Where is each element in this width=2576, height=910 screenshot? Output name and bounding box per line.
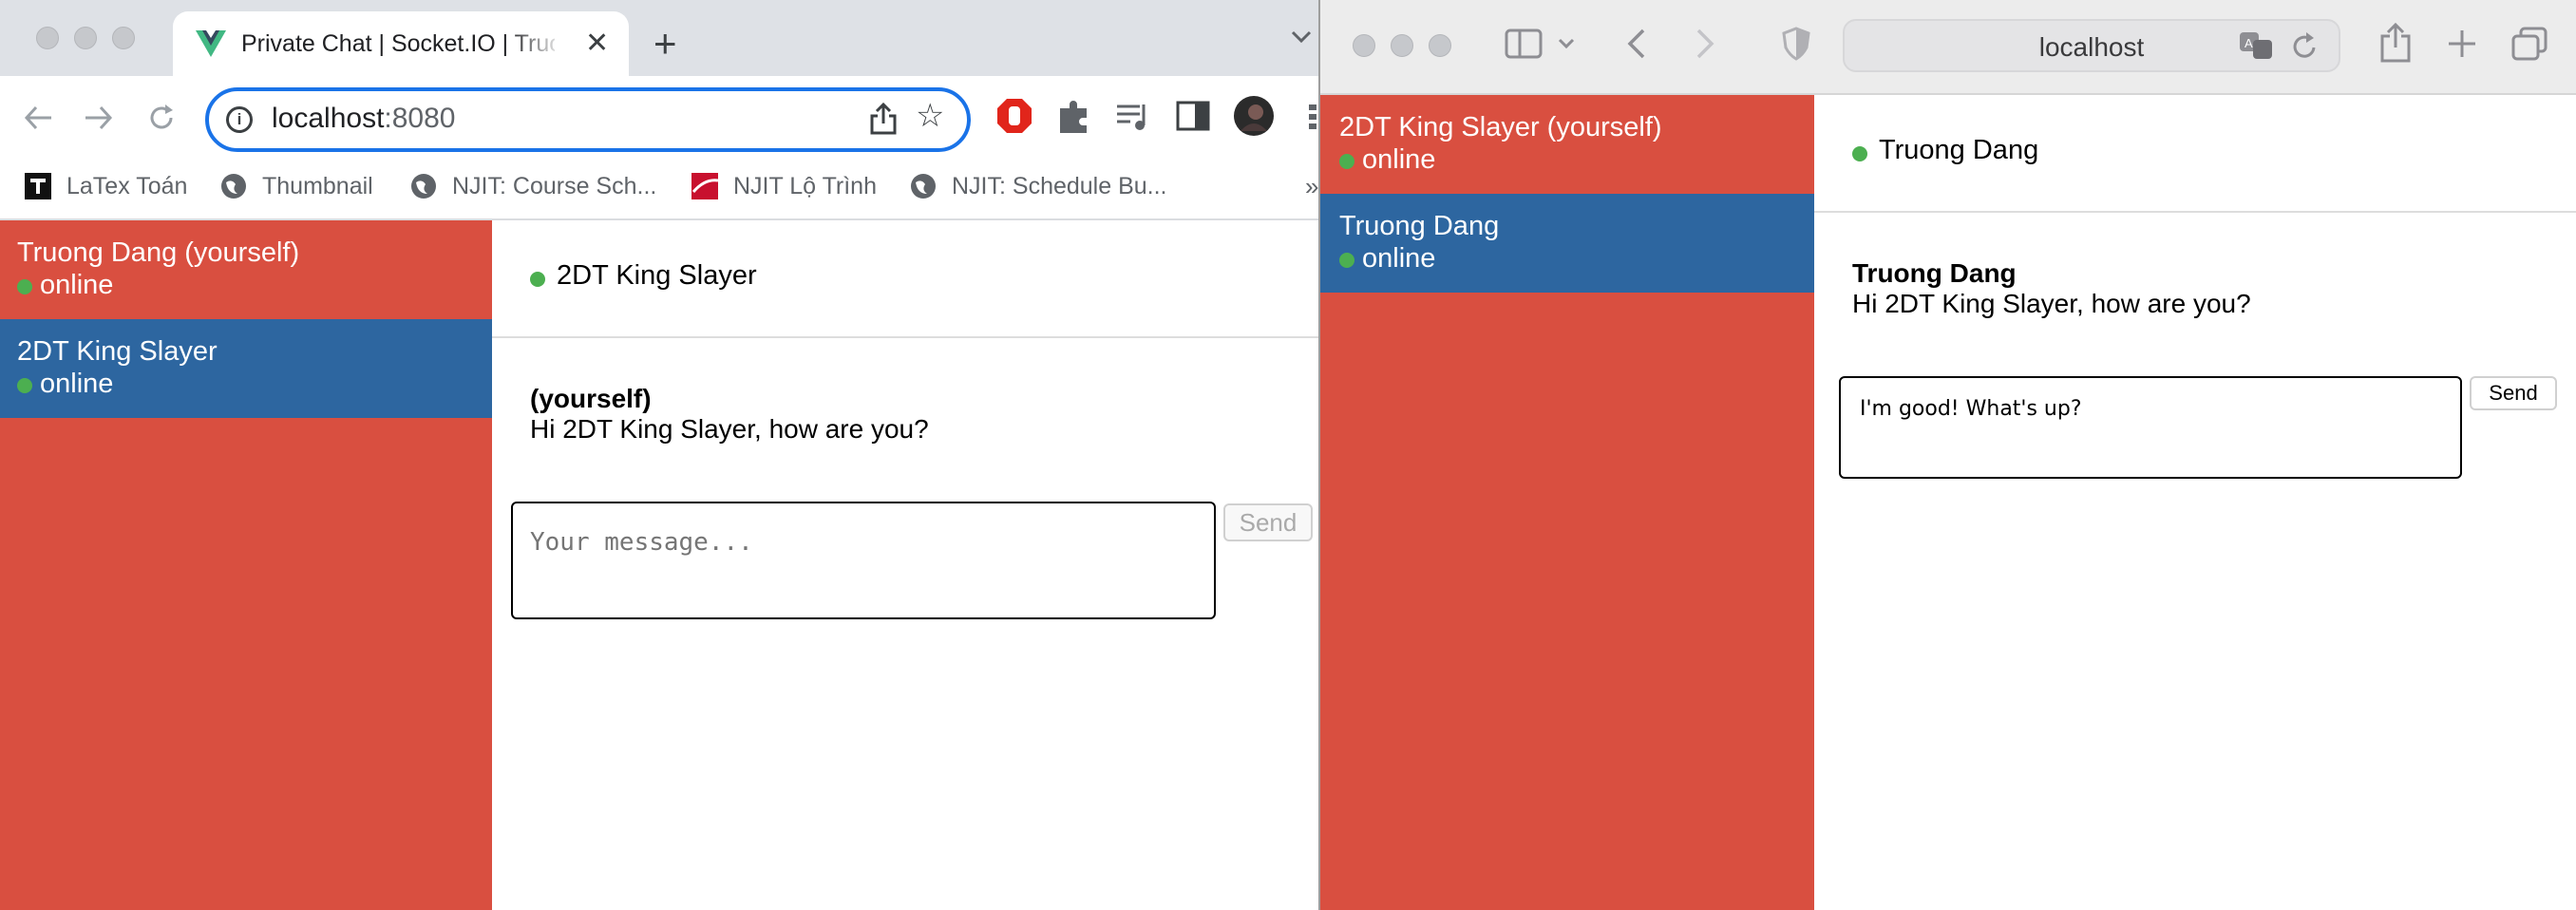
media-controls-icon[interactable] <box>1111 95 1153 137</box>
bookmark-label: NJIT Lộ Trình <box>733 173 877 199</box>
svg-text:A: A <box>2245 36 2253 50</box>
vue-logo-icon <box>196 30 226 57</box>
bookmark-njit-schedule-builder[interactable]: NJIT: Schedule Bu... <box>910 167 1195 205</box>
chevron-down-icon[interactable] <box>1558 38 1575 49</box>
reload-icon[interactable] <box>144 101 179 135</box>
user-item-self[interactable]: Truong Dang (yourself) online <box>0 220 492 319</box>
user-status: online <box>40 369 114 399</box>
zoom-window-button[interactable] <box>112 27 135 49</box>
address-host: localhost <box>272 103 385 134</box>
user-item-truong-dang[interactable]: Truong Dang online <box>1320 194 1814 293</box>
user-name: 2DT King Slayer <box>17 336 218 367</box>
user-name: 2DT King Slayer (yourself) <box>1339 112 1662 142</box>
sidebar-toggle-icon[interactable] <box>1505 28 1543 59</box>
chat-panel: 2DT King Slayer (yourself) Hi 2DT King S… <box>492 220 1318 910</box>
close-tab-icon[interactable]: ✕ <box>585 27 609 61</box>
user-name: Truong Dang <box>1339 211 1500 241</box>
user-name: Truong Dang (yourself) <box>17 237 300 268</box>
minimize-window-button[interactable] <box>1391 34 1413 57</box>
users-sidebar: Truong Dang (yourself) online 2DT King S… <box>0 220 492 910</box>
back-chevron-icon[interactable] <box>1626 27 1647 61</box>
address-bar[interactable]: localhost A <box>1843 19 2340 72</box>
globe-icon <box>911 174 936 199</box>
safari-toolbar: localhost A <box>1320 0 2576 95</box>
new-tab-button[interactable]: + <box>653 21 677 66</box>
close-window-button[interactable] <box>36 27 59 49</box>
close-window-button[interactable] <box>1353 34 1375 57</box>
reload-icon[interactable] <box>2291 32 2318 61</box>
bookmark-label: NJIT: Course Sch... <box>452 173 657 199</box>
back-arrow-icon[interactable] <box>21 101 55 135</box>
profile-avatar[interactable] <box>1233 95 1275 137</box>
privacy-shield-icon[interactable] <box>1782 27 1810 61</box>
user-status: online <box>1362 243 1436 274</box>
new-tab-plus-icon[interactable] <box>2447 28 2477 59</box>
message-text: Hi 2DT King Slayer, how are you? <box>530 414 929 444</box>
translate-icon[interactable]: A <box>2238 30 2274 61</box>
send-button[interactable]: Send <box>2470 376 2557 410</box>
user-status: online <box>1362 144 1436 175</box>
chat-header-name: 2DT King Slayer <box>557 260 757 291</box>
user-item-self[interactable]: 2DT King Slayer (yourself) online <box>1320 95 1814 194</box>
safari-window: localhost A 2DT King Slayer (yourself) o… <box>1318 0 2576 910</box>
online-status-dot <box>530 272 545 287</box>
address-bar[interactable]: i localhost:8080 ☆ <box>205 87 971 152</box>
message-sender: (yourself) <box>530 384 652 413</box>
message-input[interactable] <box>511 502 1216 619</box>
forward-chevron-icon[interactable] <box>1695 27 1715 61</box>
message-sender: Truong Dang <box>1852 258 2017 288</box>
bookmark-njit-lo-trinh[interactable]: NJIT Lộ Trình <box>691 167 900 205</box>
user-status: online <box>40 270 114 300</box>
adblock-extension-icon[interactable] <box>994 95 1035 137</box>
chrome-menu-icon[interactable] <box>1305 95 1318 137</box>
bookmark-star-icon[interactable]: ☆ <box>916 97 944 135</box>
chrome-active-tab[interactable]: Private Chat | Socket.IO | Truong Dang ✕ <box>173 11 629 80</box>
address-url: localhost:8080 <box>272 103 455 135</box>
send-button[interactable]: Send <box>1223 503 1313 541</box>
globe-icon <box>411 174 436 199</box>
chat-panel: Truong Dang Truong Dang Hi 2DT King Slay… <box>1814 95 2576 910</box>
minimize-window-button[interactable] <box>74 27 97 49</box>
tab-title-fade <box>507 25 564 63</box>
online-status-dot <box>17 279 32 294</box>
share-icon[interactable] <box>2378 23 2413 63</box>
online-status-dot <box>1339 253 1354 268</box>
T-logo-icon <box>25 173 51 199</box>
message-text: Hi 2DT King Slayer, how are you? <box>1852 289 2251 318</box>
bookmarks-overflow-button[interactable]: » <box>1305 167 1318 205</box>
chat-header-name: Truong Dang <box>1879 135 2039 165</box>
online-status-dot <box>1852 146 1867 161</box>
bookmark-label: Thumbnail <box>262 173 373 199</box>
bookmark-latex-toan[interactable]: LaTex Toán <box>25 167 215 205</box>
online-status-dot <box>1339 154 1354 169</box>
bookmark-njit-course-schedule[interactable]: NJIT: Course Sch... <box>410 167 676 205</box>
forward-arrow-icon[interactable] <box>82 101 116 135</box>
side-panel-icon[interactable] <box>1172 95 1214 137</box>
bookmark-thumbnail[interactable]: Thumbnail <box>220 167 401 205</box>
user-item-2dt-king-slayer[interactable]: 2DT King Slayer online <box>0 319 492 418</box>
tab-overview-icon[interactable] <box>2511 27 2548 61</box>
zoom-window-button[interactable] <box>1429 34 1451 57</box>
globe-icon <box>221 174 246 199</box>
chrome-tab-strip: Private Chat | Socket.IO | Truong Dang ✕… <box>0 0 1318 80</box>
address-port: :8080 <box>384 103 456 134</box>
users-sidebar: 2DT King Slayer (yourself) online Truong… <box>1320 95 1814 910</box>
chat-header: 2DT King Slayer <box>492 220 1318 338</box>
online-status-dot <box>17 378 32 393</box>
extensions-puzzle-icon[interactable] <box>1052 95 1094 137</box>
site-info-icon[interactable]: i <box>226 106 253 133</box>
bookmark-label: LaTex Toán <box>66 173 188 199</box>
share-icon[interactable] <box>864 101 902 139</box>
chevron-down-icon[interactable] <box>1290 28 1313 46</box>
bookmark-label: NJIT: Schedule Bu... <box>952 173 1167 199</box>
njit-logo-icon <box>691 173 718 199</box>
message-input[interactable]: I'm good! What's up? <box>1839 376 2462 479</box>
chat-header: Truong Dang <box>1814 95 2576 213</box>
